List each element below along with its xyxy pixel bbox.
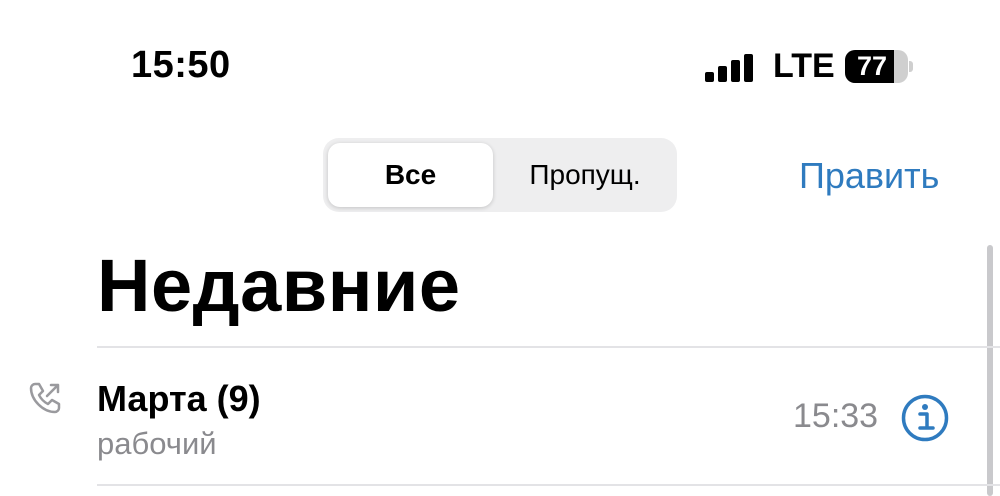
segment-missed[interactable]: Пропущ. [498, 143, 672, 207]
page-title: Недавние [97, 244, 461, 327]
info-icon[interactable] [900, 393, 950, 443]
signal-bar [705, 72, 714, 82]
signal-bar [731, 60, 740, 82]
cellular-signal-icon [705, 52, 757, 82]
recent-call-row[interactable]: Марта (9) рабочий 15:33 [0, 348, 1000, 484]
contact-name: Марта (9) [97, 378, 261, 419]
battery-body: 77 [845, 50, 908, 83]
signal-bar [718, 66, 727, 82]
network-type: LTE [773, 47, 835, 85]
calls-filter-segmented-control: Все Пропущ. [323, 138, 677, 212]
battery-nub [909, 61, 913, 72]
edit-button[interactable]: Править [799, 155, 939, 197]
call-time: 15:33 [793, 397, 879, 435]
battery-level: 77 [856, 51, 888, 81]
outgoing-call-icon [29, 382, 61, 414]
signal-bar [744, 54, 753, 82]
battery-icon: 77 [845, 50, 913, 83]
phone-label: рабочий [97, 426, 217, 461]
list-separator [97, 484, 1000, 486]
segment-all[interactable]: Все [328, 143, 493, 207]
recents-screen: 15:50 LTE 77 Все Пропущ. Править Недавни… [0, 0, 1000, 496]
status-time: 15:50 [131, 44, 231, 86]
